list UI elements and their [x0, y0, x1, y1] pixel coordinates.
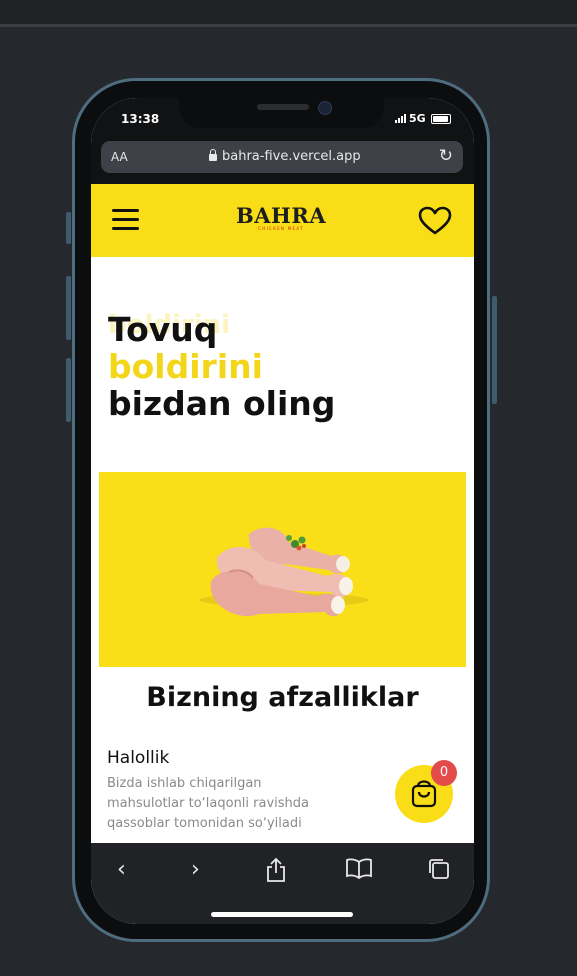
- reload-icon[interactable]: ↻: [439, 146, 453, 166]
- front-camera: [318, 101, 332, 115]
- forward-icon[interactable]: ›: [191, 857, 200, 882]
- phone-screen: 13:38 5G AA bahra-five.vercel.app ↻ BAHR…: [91, 98, 474, 924]
- site-header: BAHRA CHICKEN MEAT: [91, 184, 474, 257]
- power-button: [492, 296, 497, 404]
- chicken-drumsticks-image: [199, 527, 369, 617]
- reader-aa-button[interactable]: AA: [111, 150, 128, 164]
- hero-line-3: bizdan oling: [108, 384, 336, 423]
- hero-banner: [99, 472, 466, 667]
- url-text: bahra-five.vercel.app: [222, 149, 361, 164]
- speaker: [257, 104, 309, 110]
- menu-icon[interactable]: [112, 209, 139, 231]
- tabs-icon[interactable]: [427, 857, 451, 881]
- app-title-bar: [0, 0, 577, 24]
- battery-icon: [430, 113, 451, 124]
- share-icon[interactable]: [265, 857, 287, 883]
- phone-notch: [179, 96, 384, 128]
- volume-down-button: [66, 358, 71, 422]
- heart-icon[interactable]: [418, 206, 452, 236]
- url-display[interactable]: bahra-five.vercel.app: [209, 149, 361, 164]
- cart-count-badge: 0: [431, 760, 457, 786]
- back-icon[interactable]: ‹: [117, 857, 126, 882]
- divider: [0, 24, 577, 27]
- hero-line-1: Tovuq: [108, 310, 218, 349]
- feature-description: Bizda ishlab chiqarilgan mahsulotlar to‘…: [107, 776, 310, 831]
- status-time: 13:38: [121, 112, 160, 126]
- hero-line-2: boldirini: [108, 347, 263, 386]
- address-bar[interactable]: AA bahra-five.vercel.app ↻: [101, 141, 463, 173]
- logo-text: BAHRA: [236, 203, 327, 228]
- network-label: 5G: [409, 112, 426, 125]
- bookmarks-icon[interactable]: [345, 857, 373, 879]
- site-logo[interactable]: BAHRA CHICKEN MEAT: [236, 203, 327, 232]
- browser-address-area: AA bahra-five.vercel.app ↻: [91, 134, 474, 184]
- hero-heading: Tovuq boldirini bizdan oling: [108, 311, 335, 422]
- signal-icon: [395, 114, 406, 123]
- mute-switch: [66, 212, 71, 244]
- feature-title: Halollik: [107, 748, 170, 768]
- section-title: Bizning afzalliklar: [146, 682, 419, 713]
- home-indicator[interactable]: [211, 912, 353, 917]
- volume-up-button: [66, 276, 71, 340]
- lock-icon: [209, 149, 217, 161]
- status-indicators: 5G: [395, 112, 451, 125]
